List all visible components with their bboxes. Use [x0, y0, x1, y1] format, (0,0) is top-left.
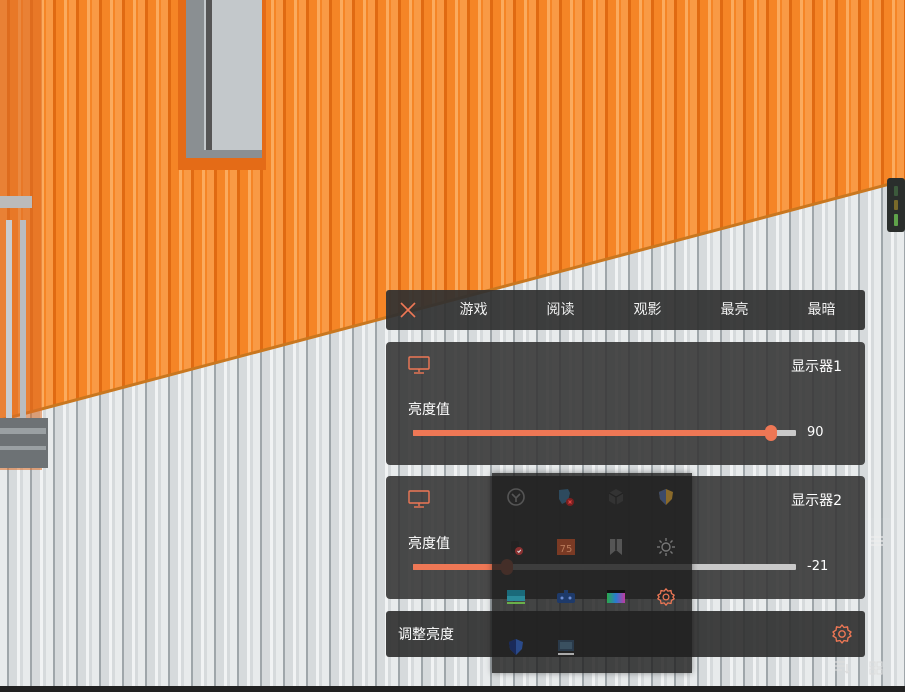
- slider-fill: [413, 430, 772, 436]
- monitor-icon: [408, 356, 430, 374]
- display-name: 显示器1: [791, 359, 842, 375]
- security-shield-icon[interactable]: [656, 487, 676, 507]
- monitor-rgb-icon[interactable]: [606, 587, 626, 607]
- brightness-value: 90: [807, 425, 824, 440]
- brightness-value: -21: [807, 559, 829, 574]
- preset-darkest[interactable]: 最暗: [778, 290, 865, 330]
- preset-movie[interactable]: 观影: [604, 290, 691, 330]
- brightness-slider[interactable]: [413, 425, 796, 441]
- cube-icon[interactable]: [606, 487, 626, 507]
- slider-thumb[interactable]: [765, 425, 778, 441]
- brightness-icon[interactable]: [656, 537, 676, 557]
- shield-blue-icon[interactable]: [506, 637, 526, 657]
- shield-x-icon[interactable]: [556, 487, 576, 507]
- monitor-small-icon[interactable]: [556, 637, 576, 657]
- meter-bar: [894, 186, 898, 196]
- preset-reading[interactable]: 阅读: [517, 290, 604, 330]
- brightness-label: 亮度值: [408, 536, 450, 552]
- preset-bar: 游戏 阅读 观影 最亮 最暗: [386, 290, 865, 330]
- grid-view-icon[interactable]: [869, 660, 883, 679]
- display-card-1: 显示器1 亮度值 90: [386, 342, 865, 465]
- calendar-75-icon[interactable]: 75: [556, 537, 576, 557]
- app-logo-icon[interactable]: [506, 487, 526, 507]
- preset-game[interactable]: 游戏: [430, 290, 517, 330]
- taskbar-edge: [0, 686, 905, 692]
- gamepad-icon[interactable]: [556, 587, 576, 607]
- meter-bar: [894, 200, 898, 210]
- monitor-icon: [408, 490, 430, 508]
- bookmark-icon[interactable]: [606, 537, 626, 557]
- preset-brightest[interactable]: 最亮: [691, 290, 778, 330]
- svg-text:75: 75: [560, 544, 573, 555]
- sort-list-icon[interactable]: [834, 659, 850, 679]
- app-title: 调整亮度: [398, 627, 454, 643]
- gear-icon[interactable]: [656, 587, 676, 607]
- monitor-color-icon[interactable]: [506, 587, 526, 607]
- settings-button[interactable]: [831, 623, 853, 649]
- display-name: 显示器2: [791, 493, 842, 509]
- performance-meter-widget[interactable]: [887, 178, 905, 232]
- close-button[interactable]: [386, 290, 430, 330]
- meter-bar: [894, 214, 898, 226]
- gear-icon: [832, 624, 852, 644]
- close-icon: [400, 302, 416, 318]
- menu-icon[interactable]: [871, 532, 883, 551]
- brightness-label: 亮度值: [408, 402, 450, 418]
- usb-drive-icon[interactable]: [506, 537, 526, 557]
- tray-overflow-popup: 75: [492, 473, 692, 673]
